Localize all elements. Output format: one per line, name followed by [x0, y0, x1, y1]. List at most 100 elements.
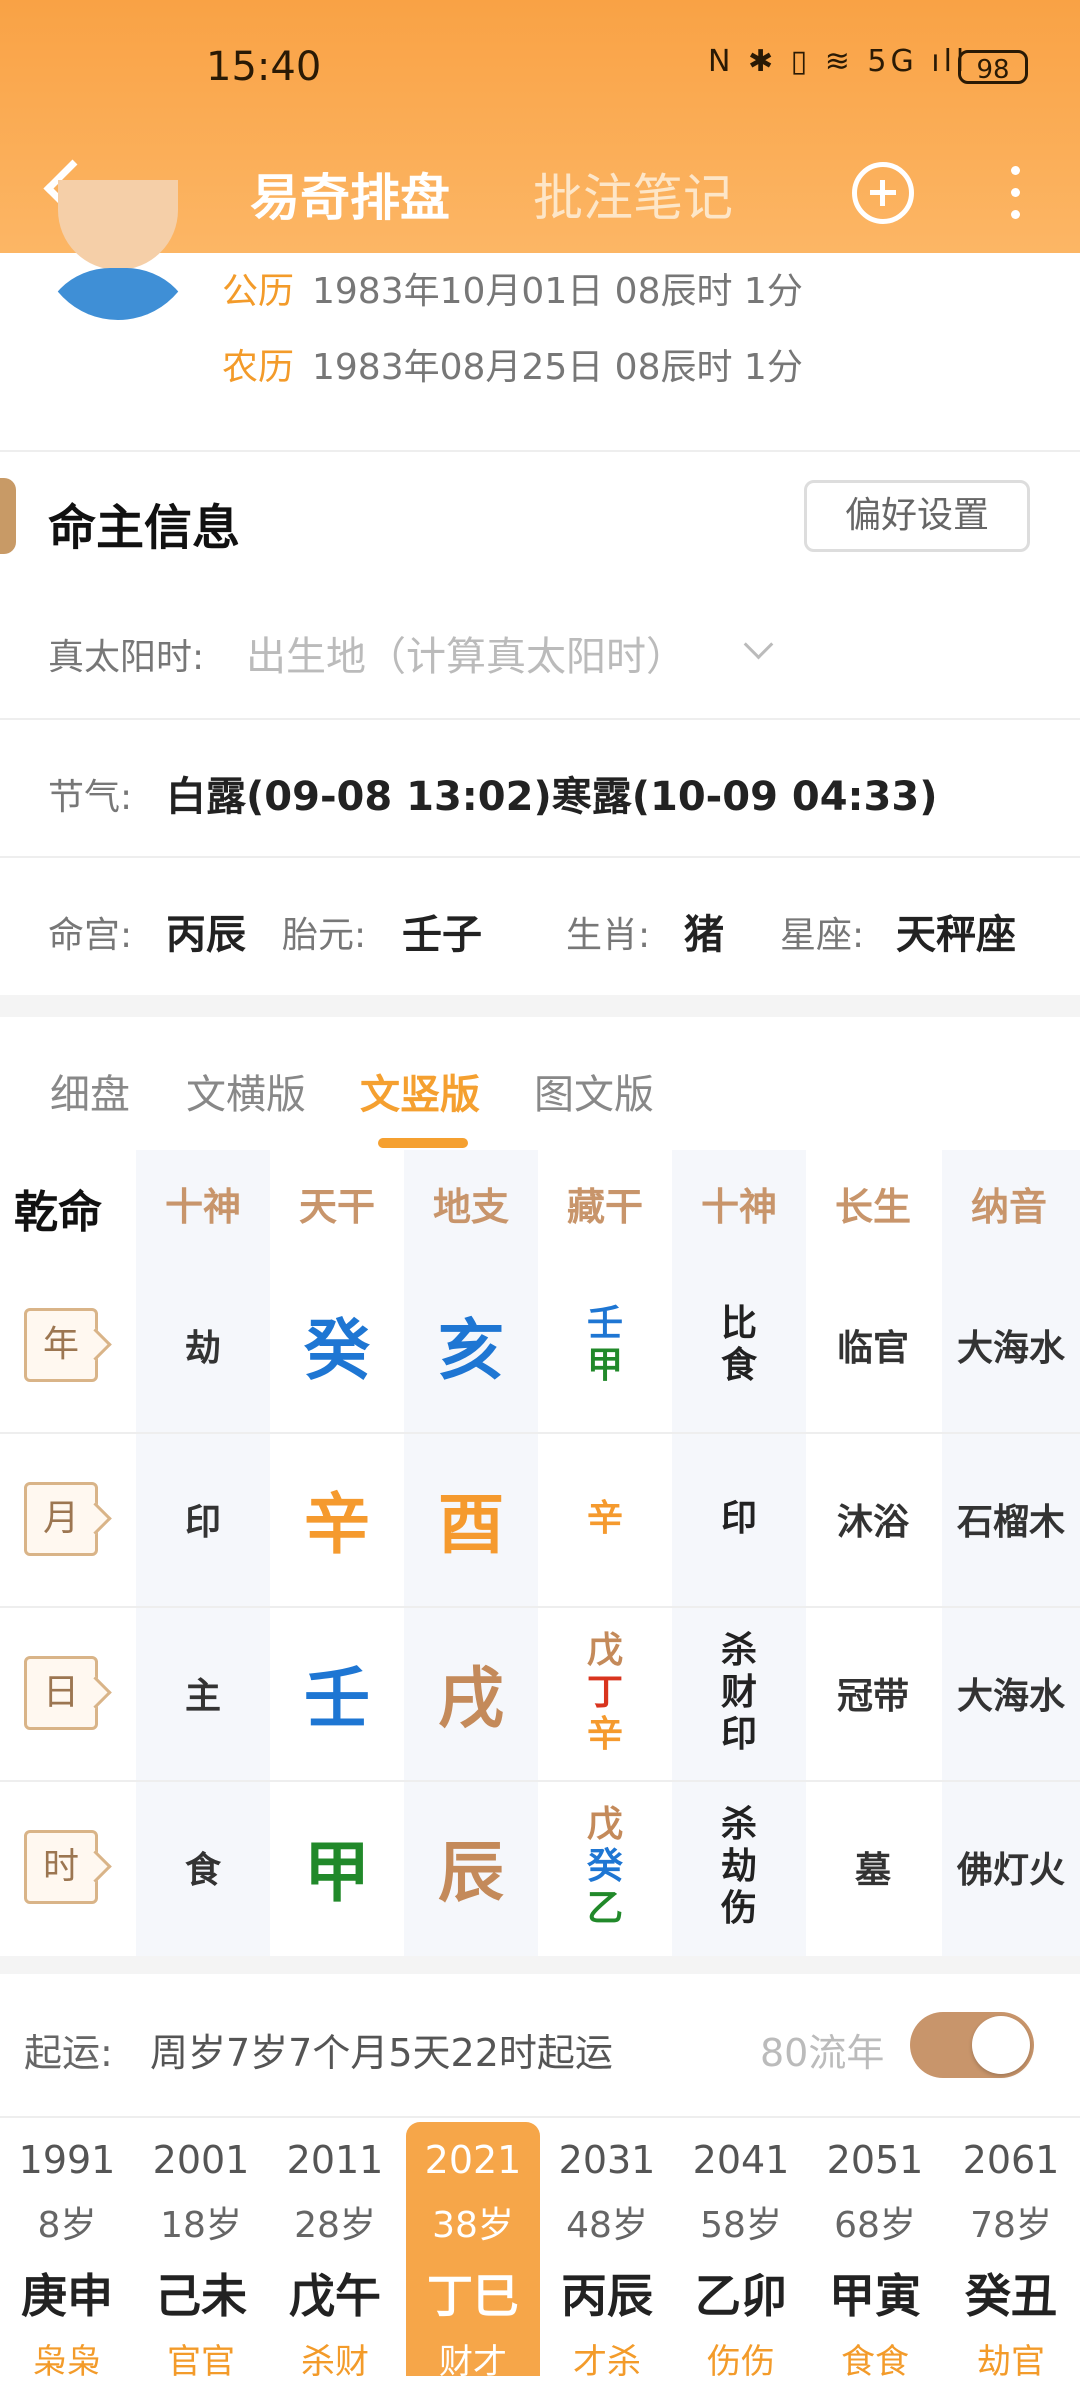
solar-label: 公历	[222, 271, 295, 312]
divider	[0, 718, 1080, 720]
tab-notes[interactable]: 批注笔记	[533, 158, 733, 230]
taiyuan-label: 胎元:	[282, 915, 367, 956]
taiyuan-value: 壬子	[402, 912, 482, 958]
header-shishen: 十神	[164, 1185, 241, 1229]
lunar-label: 农历	[222, 347, 295, 388]
shishen2-char: 杀	[720, 1630, 757, 1671]
shengxiao-label: 生肖:	[566, 915, 651, 956]
jieqi-label: 节气:	[48, 777, 133, 818]
true-solar-label: 真太阳时:	[48, 637, 205, 678]
more-icon[interactable]	[1000, 160, 1030, 226]
luck-age: 8岁	[37, 2205, 97, 2246]
lunar-date: 1983年08月25日 08辰时 1分	[312, 347, 803, 388]
shishen2-cell: 杀劫伤	[672, 1780, 806, 1954]
canggan-char: 甲	[586, 1345, 623, 1386]
tab-xipan[interactable]: 细盘	[50, 1062, 130, 1120]
birthplace-select[interactable]: 出生地（计算真太阳时）	[246, 624, 686, 682]
canggan-char: 乙	[586, 1888, 623, 1929]
shishen2-char: 伤	[720, 1888, 757, 1929]
tiangan-cell: 癸	[304, 1312, 370, 1389]
canggan-char: 壬	[586, 1303, 623, 1344]
luck-ganzhi: 甲寅	[829, 2269, 921, 2323]
minggong-value: 丙辰	[166, 912, 246, 958]
row-label-day: 日	[24, 1656, 98, 1730]
battery-icon: 98	[958, 50, 1028, 85]
canggan-char: 辛	[586, 1714, 623, 1755]
avatar[interactable]	[40, 180, 196, 320]
header-shishen2: 十神	[700, 1185, 777, 1229]
header-nayin: 纳音	[970, 1185, 1047, 1229]
luck-pillar[interactable]: 2011 28岁 戊午 杀财	[268, 2122, 402, 2382]
luck-ganzhi: 丙辰	[561, 2269, 653, 2323]
tab-tuwen[interactable]: 图文版	[534, 1062, 654, 1120]
shishen2-char: 印	[720, 1498, 757, 1539]
shishen2-char: 杀	[720, 1804, 757, 1845]
nayin-cell: 石榴木	[956, 1502, 1065, 1543]
canggan-char: 戊	[586, 1804, 623, 1845]
active-tab-indicator	[378, 1138, 468, 1148]
preference-button[interactable]: 偏好设置	[804, 480, 1030, 552]
changsheng-cell: 沐浴	[836, 1502, 909, 1543]
xingzuo-label: 星座:	[780, 915, 865, 956]
luck-age: 38岁	[432, 2205, 514, 2246]
luck-age: 78岁	[970, 2205, 1052, 2246]
row-label-hour: 时	[24, 1830, 98, 1904]
section-title: 命主信息	[48, 500, 241, 556]
section-separator	[0, 1956, 1080, 1974]
luck-year: 2011	[286, 2138, 384, 2182]
shishen2-cell: 印	[672, 1432, 806, 1606]
tab-wenshu[interactable]: 文竖版	[360, 1062, 480, 1120]
toggle-knob	[972, 2016, 1030, 2074]
grid-corner-label: 乾命	[14, 1187, 102, 1238]
shishen-cell: 劫	[184, 1328, 221, 1369]
changsheng-cell: 冠带	[836, 1676, 909, 1717]
canggan-cell: 戊癸乙	[538, 1780, 672, 1954]
luck-ganzhi: 乙卯	[695, 2269, 787, 2323]
luck-pillar-active[interactable]: 2021 38岁 丁巳 财才	[406, 2122, 540, 2382]
luck-pillar[interactable]: 2061 78岁 癸丑 劫官	[942, 2122, 1080, 2382]
dizhi-cell: 辰	[438, 1834, 504, 1911]
luck-age: 58岁	[700, 2205, 782, 2246]
shengxiao-value: 猪	[684, 912, 724, 958]
row-label-year: 年	[24, 1308, 98, 1382]
canggan-cell: 壬甲	[538, 1258, 672, 1432]
luck-ganzhi: 丁巳	[427, 2269, 519, 2323]
luck-pillar[interactable]: 1991 8岁 庚申 枭枭	[0, 2122, 134, 2382]
shishen2-char: 劫	[720, 1846, 757, 1887]
nayin-cell: 佛灯火	[956, 1850, 1065, 1891]
canggan-cell: 辛	[538, 1432, 672, 1606]
luck-year: 2001	[152, 2138, 250, 2182]
liunian-toggle[interactable]	[910, 2012, 1034, 2078]
shishen-cell: 主	[184, 1676, 221, 1717]
chevron-down-icon[interactable]	[743, 629, 774, 660]
header-tiangan: 天干	[298, 1185, 375, 1229]
dizhi-cell: 戌	[438, 1660, 504, 1737]
row-label-month: 月	[24, 1482, 98, 1556]
header-canggan: 藏干	[566, 1185, 643, 1229]
canggan-char: 丁	[586, 1672, 623, 1713]
luck-pillar[interactable]: 2041 58岁 乙卯 伤伤	[674, 2122, 808, 2382]
dizhi-cell: 酉	[438, 1486, 504, 1563]
luck-pillar[interactable]: 2051 68岁 甲寅 食食	[808, 2122, 942, 2382]
luck-age: 18岁	[160, 2205, 242, 2246]
tab-yiqi-paipan[interactable]: 易奇排盘	[250, 158, 450, 230]
shishen-cell: 印	[184, 1502, 221, 1543]
tiangan-cell: 壬	[304, 1660, 370, 1737]
luck-year: 1991	[18, 2138, 116, 2182]
status-time: 15:40	[206, 44, 322, 90]
luck-ganzhi: 己未	[155, 2269, 247, 2323]
luck-pillar[interactable]: 2001 18岁 己未 官官	[134, 2122, 268, 2382]
tab-wenheng[interactable]: 文横版	[186, 1062, 306, 1120]
add-icon[interactable]	[852, 162, 914, 224]
shishen2-cell: 比食	[672, 1258, 806, 1432]
qiyun-value: 周岁7岁7个月5天22时起运	[150, 2031, 613, 2075]
luck-ganzhi: 戊午	[289, 2269, 381, 2323]
xingzuo-value: 天秤座	[896, 912, 1016, 958]
changsheng-cell: 临官	[836, 1328, 909, 1369]
luck-age: 68岁	[834, 2205, 916, 2246]
qiyun-label: 起运:	[24, 2031, 113, 2075]
shishen2-char: 比	[720, 1303, 757, 1344]
header-dizhi: 地支	[432, 1185, 509, 1229]
luck-pillar[interactable]: 2031 48岁 丙辰 才杀	[540, 2122, 674, 2382]
minggong-label: 命宫:	[48, 915, 133, 956]
